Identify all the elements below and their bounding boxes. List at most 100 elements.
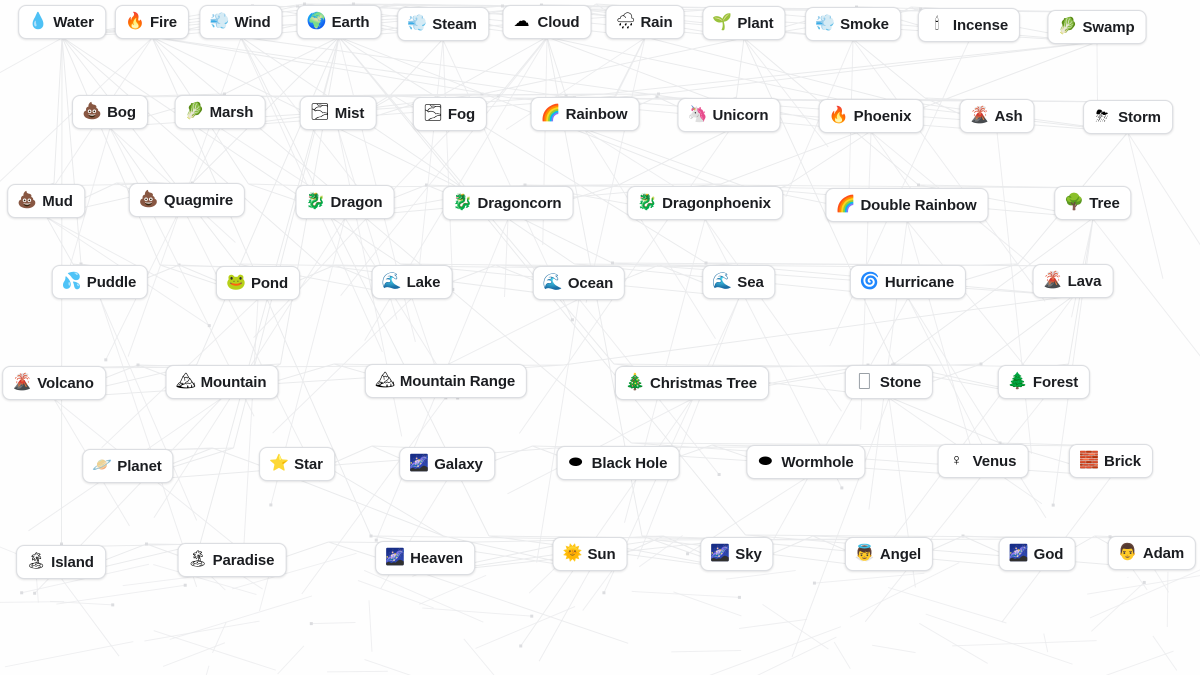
craft-node-steam[interactable]: 💨 Steam <box>397 7 489 41</box>
water-wave-icon: 🌊 <box>712 274 730 290</box>
craft-node-label: Pond <box>251 276 288 291</box>
volcano-icon: 🌋 <box>969 108 987 124</box>
cyclone-icon: 🌀 <box>860 274 878 290</box>
craft-node-lava[interactable]: 🌋 Lava <box>1033 264 1114 298</box>
craft-node-phoenix[interactable]: 🔥 Phoenix <box>819 99 924 133</box>
craft-node-label: Quagmire <box>164 193 233 208</box>
craft-node-venus[interactable]: ♀ Venus <box>938 444 1029 478</box>
craft-node-angel[interactable]: 👼 Angel <box>845 537 933 571</box>
craft-node-god[interactable]: 🌌 God <box>999 537 1076 571</box>
dashing-away-icon: 💨 <box>407 16 425 32</box>
craft-node-label: Earth <box>332 15 370 30</box>
craft-node-label: Island <box>51 555 94 570</box>
swamp-plant-icon: 🥬 <box>1057 19 1075 35</box>
craft-node-marsh[interactable]: 🥬 Marsh <box>175 95 266 129</box>
craft-node-bog[interactable]: 💩 Bog <box>72 95 148 129</box>
evergreen-tree-icon: 🌲 <box>1008 374 1026 390</box>
water-wave-icon: 🌊 <box>543 275 561 291</box>
craft-node-fog[interactable]: 🌫 Fog <box>413 97 487 131</box>
craft-node-label: Wind <box>234 15 270 30</box>
craft-node-ocean[interactable]: 🌊 Ocean <box>533 266 625 300</box>
craft-node-rain[interactable]: 🌧 Rain <box>605 5 684 39</box>
water-droplet-icon: 💧 <box>28 14 46 30</box>
craft-node-christmas_tree[interactable]: 🎄 Christmas Tree <box>615 366 769 400</box>
fire-icon: 🔥 <box>125 14 143 30</box>
craft-node-sea[interactable]: 🌊 Sea <box>702 265 775 299</box>
craft-node-plant[interactable]: 🌱 Plant <box>702 6 785 40</box>
craft-node-unicorn[interactable]: 🦄 Unicorn <box>678 98 781 132</box>
crafting-canvas[interactable]: 💧 Water 🔥 Fire 💨 Wind 🌍 Earth 💨 Steam ☁ Cloud 🌧 Rain 🌱… <box>0 0 1200 675</box>
craft-node-incense[interactable]: 🕯 Incense <box>918 8 1020 42</box>
craft-node-ash[interactable]: 🌋 Ash <box>959 99 1034 133</box>
galaxy-swirl-icon: 🌌 <box>385 550 403 566</box>
craft-node-island[interactable]: 🏝 Island <box>16 545 106 579</box>
craft-node-label: Swamp <box>1082 20 1134 35</box>
craft-node-cloud[interactable]: ☁ Cloud <box>503 5 592 39</box>
pile-of-poo-icon: 💩 <box>17 193 35 209</box>
fog-icon: 🌫 <box>423 106 441 122</box>
craft-node-mud[interactable]: 💩 Mud <box>7 184 85 218</box>
craft-node-galaxy[interactable]: 🌌 Galaxy <box>399 447 495 481</box>
craft-node-label: Storm <box>1118 110 1161 125</box>
craft-node-label: Plant <box>737 16 773 31</box>
sun-icon: 🌞 <box>562 546 580 562</box>
craft-node-label: Marsh <box>210 105 254 120</box>
craft-node-label: Sky <box>735 547 761 562</box>
craft-node-swamp[interactable]: 🥬 Swamp <box>1047 10 1146 44</box>
craft-node-pond[interactable]: 🐸 Pond <box>216 266 300 300</box>
frog-icon: 🐸 <box>226 275 244 291</box>
craft-node-wind[interactable]: 💨 Wind <box>199 5 282 39</box>
craft-node-label: Ash <box>994 109 1022 124</box>
star-icon: ⭐ <box>269 456 287 472</box>
craft-node-paradise[interactable]: 🏝 Paradise <box>178 543 287 577</box>
craft-node-label: Heaven <box>410 551 463 566</box>
craft-node-fire[interactable]: 🔥 Fire <box>115 5 189 39</box>
craft-node-star[interactable]: ⭐ Star <box>259 447 335 481</box>
craft-node-label: Ocean <box>568 276 613 291</box>
craft-node-hurricane[interactable]: 🌀 Hurricane <box>850 265 966 299</box>
craft-node-forest[interactable]: 🌲 Forest <box>998 365 1090 399</box>
craft-node-volcano[interactable]: 🌋 Volcano <box>2 366 106 400</box>
craft-node-adam[interactable]: 👨 Adam <box>1108 536 1196 570</box>
craft-node-label: Bog <box>107 105 136 120</box>
desert-island-icon: 🏝 <box>188 552 206 568</box>
craft-node-black_hole[interactable]: ⬬ Black Hole <box>557 446 680 480</box>
deciduous-tree-icon: 🌳 <box>1064 195 1082 211</box>
craft-node-smoke[interactable]: 💨 Smoke <box>805 7 901 41</box>
craft-node-label: Dragoncorn <box>477 196 561 211</box>
craft-node-label: Volcano <box>37 376 94 391</box>
craft-node-label: Dragonphoenix <box>662 196 771 211</box>
craft-node-puddle[interactable]: 💦 Puddle <box>52 265 148 299</box>
thunder-cloud-icon: ⛈ <box>1093 109 1111 125</box>
craft-node-label: Mountain Range <box>400 374 515 389</box>
dragon-icon: 🐉 <box>637 195 655 211</box>
galaxy-swirl-icon: 🌌 <box>710 546 728 562</box>
black-hole-icon: ⬬ <box>567 455 585 471</box>
craft-node-lake[interactable]: 🌊 Lake <box>372 265 453 299</box>
snow-mountain-icon: 🏔 <box>176 374 194 390</box>
candle-icon: 🕯 <box>928 17 946 33</box>
craft-node-rainbow[interactable]: 🌈 Rainbow <box>531 97 640 131</box>
craft-node-dragonphoenix[interactable]: 🐉 Dragonphoenix <box>627 186 783 220</box>
craft-node-heaven[interactable]: 🌌 Heaven <box>375 541 475 575</box>
craft-node-quagmire[interactable]: 💩 Quagmire <box>129 183 245 217</box>
craft-node-planet[interactable]: 🪐 Planet <box>82 449 173 483</box>
missing-glyph-box <box>858 373 869 389</box>
craft-node-mountain_range[interactable]: 🏔 Mountain Range <box>365 364 527 398</box>
craft-node-dragon[interactable]: 🐉 Dragon <box>296 185 395 219</box>
craft-node-sun[interactable]: 🌞 Sun <box>552 537 627 571</box>
craft-node-double_rainbow[interactable]: 🌈 Double Rainbow <box>825 188 988 222</box>
craft-node-brick[interactable]: 🧱 Brick <box>1069 444 1153 478</box>
craft-node-dragoncorn[interactable]: 🐉 Dragoncorn <box>442 186 573 220</box>
craft-node-mountain[interactable]: 🏔 Mountain <box>166 365 279 399</box>
craft-node-water[interactable]: 💧 Water <box>18 5 106 39</box>
craft-node-wormhole[interactable]: ⬬ Wormhole <box>746 445 865 479</box>
craft-node-mist[interactable]: 🌫 Mist <box>300 96 377 130</box>
craft-node-tree[interactable]: 🌳 Tree <box>1054 186 1131 220</box>
craft-node-stone[interactable]: Stone <box>845 365 933 399</box>
craft-node-sky[interactable]: 🌌 Sky <box>700 537 773 571</box>
craft-node-storm[interactable]: ⛈ Storm <box>1083 100 1173 134</box>
craft-node-label: Fog <box>448 107 475 122</box>
craft-node-earth[interactable]: 🌍 Earth <box>297 5 382 39</box>
leafy-green-icon: 🥬 <box>185 104 203 120</box>
